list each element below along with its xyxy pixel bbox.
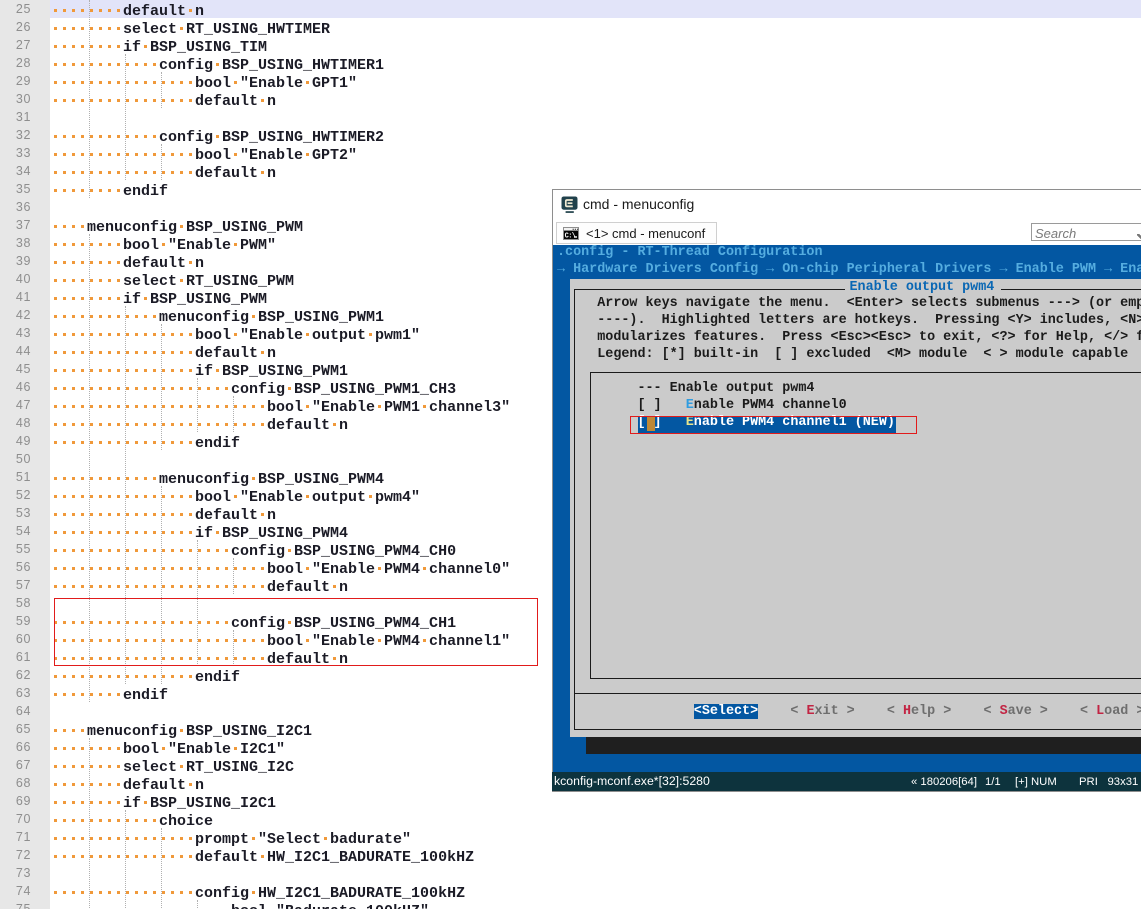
svg-text:C:\: C:\ [565, 232, 576, 240]
